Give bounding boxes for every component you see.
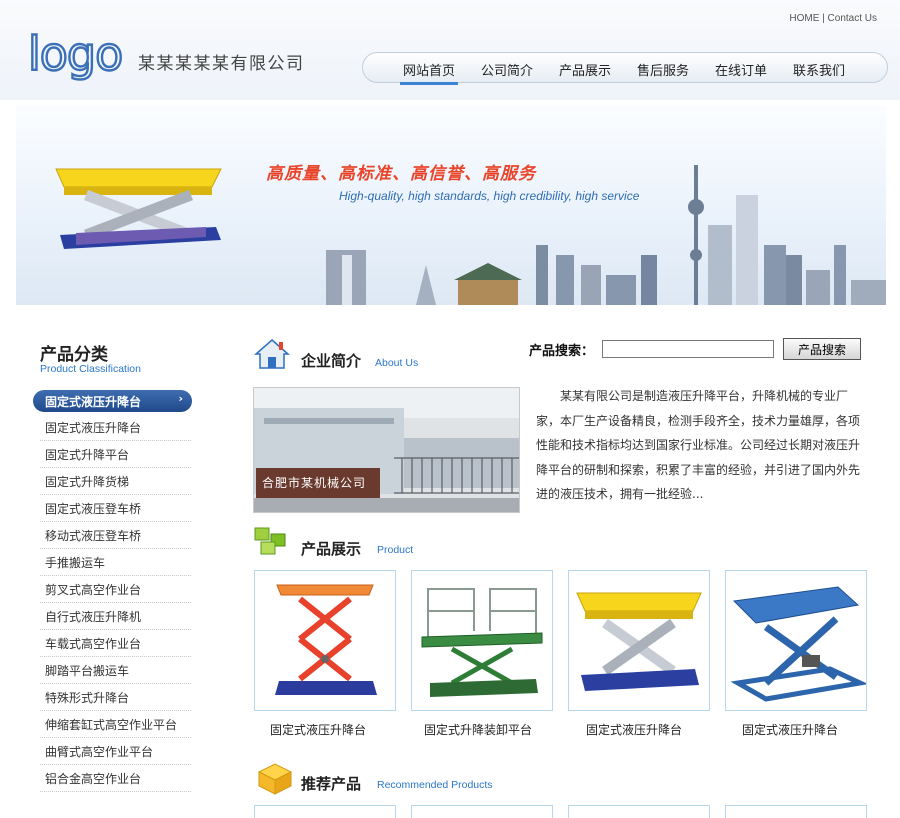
product-name[interactable]: 固定式升降装卸平台 (402, 721, 554, 738)
recommended-product-card[interactable] (411, 805, 553, 818)
product-image-yellow-lift (576, 592, 702, 691)
company-name: 某某某某某有限公司 (138, 54, 305, 74)
banner-skyline (326, 165, 886, 305)
sidebar-item[interactable]: 自行式液压升降机 (40, 604, 191, 630)
contact-us-link[interactable]: Contact Us (828, 13, 877, 24)
sidebar-item[interactable]: 剪叉式高空作业台 (40, 577, 191, 603)
product-card[interactable] (254, 570, 396, 711)
product-name[interactable]: 固定式液压升降台 (242, 721, 394, 738)
box-icon (257, 763, 293, 795)
banner-illustration (55, 165, 886, 305)
cubes-icon (254, 527, 286, 555)
company-photo: 合肥市某机械公司 (253, 387, 520, 513)
recommended-product-card[interactable] (568, 805, 710, 818)
recommended-product-card[interactable] (254, 805, 396, 818)
nav-item-service[interactable]: 售后服务 (637, 60, 689, 79)
banner: 高质量、高标准、高信誉、高服务 High-quality, high stand… (16, 105, 886, 305)
product-card[interactable] (411, 570, 553, 711)
sidebar-title: 产品分类 (40, 345, 108, 365)
nav-item-order[interactable]: 在线订单 (715, 60, 767, 79)
recommended-section-subtitle: Recommended Products (377, 779, 493, 791)
company-photo-caption: 合肥市某机械公司 (262, 476, 367, 490)
main-nav: 网站首页 公司简介 产品展示 售后服务 在线订单 联系我们 (362, 52, 888, 85)
recommended-section-title: 推荐产品 (301, 775, 362, 793)
product-image-green-platform (421, 588, 543, 697)
sidebar-item[interactable]: 固定式升降货梯 (40, 469, 191, 495)
sidebar-active-label: 固定式液压升降台 (45, 395, 142, 409)
product-search-button[interactable]: 产品搜索 (783, 338, 861, 360)
home-link[interactable]: HOME (789, 13, 819, 24)
header (0, 0, 900, 100)
about-text: 某某有限公司是制造液压升降平台，升降机械的专业厂家，本厂生产设备精良，检测手段齐… (536, 389, 861, 502)
logo[interactable]: logo (28, 30, 128, 82)
sidebar-subtitle: Product Classification (40, 363, 141, 375)
banner-lift-image (55, 168, 222, 249)
product-image-orange-lift (275, 584, 377, 695)
product-image-blue-lift (730, 586, 869, 702)
product-search-input[interactable] (602, 340, 774, 358)
recommended-product-card[interactable] (725, 805, 867, 818)
banner-slogan-en: High-quality, high standards, high credi… (339, 189, 640, 203)
sidebar-item[interactable]: 固定式液压登车桥 (40, 496, 191, 522)
nav-item-contact[interactable]: 联系我们 (793, 60, 845, 79)
about-section-title: 企业简介 (301, 352, 362, 370)
sidebar-active-category[interactable]: 固定式液压升降台 › (33, 390, 192, 412)
nav-item-products[interactable]: 产品展示 (559, 60, 611, 79)
nav-item-about[interactable]: 公司简介 (481, 60, 533, 79)
sidebar-item[interactable]: 曲臂式高空作业平台 (40, 739, 191, 765)
products-section-subtitle: Product (377, 544, 414, 556)
product-name[interactable]: 固定式液压升降台 (558, 721, 710, 738)
sidebar-item[interactable]: 移动式液压登车桥 (40, 523, 191, 549)
top-links-separator: | (822, 13, 825, 24)
sidebar-item[interactable]: 固定式升降平台 (40, 442, 191, 468)
search-label: 产品搜索： (529, 344, 595, 359)
nav-item-home[interactable]: 网站首页 (399, 60, 459, 85)
sidebar-item[interactable]: 手推搬运车 (40, 550, 191, 576)
sidebar-item[interactable]: 固定式液压升降台 (40, 415, 191, 441)
product-name[interactable]: 固定式液压升降台 (714, 721, 866, 738)
sidebar-item[interactable]: 脚踏平台搬运车 (40, 658, 191, 684)
product-card[interactable] (568, 570, 710, 711)
sidebar-item[interactable]: 伸缩套缸式高空作业平台 (40, 712, 191, 738)
sidebar-item[interactable]: 铝合金高空作业台 (40, 766, 191, 792)
top-links: HOME | Contact Us (789, 13, 877, 24)
banner-slogan-cn: 高质量、高标准、高信誉、高服务 (266, 164, 536, 184)
sidebar-item[interactable]: 特殊形式升降台 (40, 685, 191, 711)
products-section-title: 产品展示 (301, 540, 362, 558)
logo-text: logo (28, 30, 122, 81)
home-icon (254, 339, 290, 369)
about-section-subtitle: About Us (375, 357, 419, 369)
company-photo-image (254, 388, 519, 512)
chevron-right-icon: › (178, 392, 183, 405)
sidebar-item[interactable]: 车载式高空作业台 (40, 631, 191, 657)
product-card[interactable] (725, 570, 869, 711)
